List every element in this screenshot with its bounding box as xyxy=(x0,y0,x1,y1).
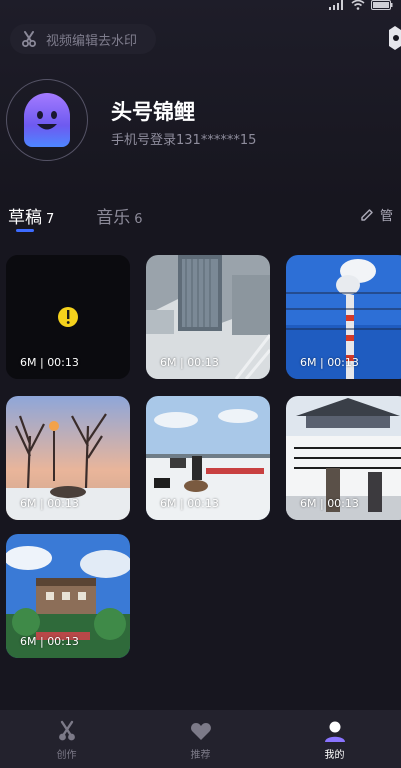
tab-drafts-label: 草稿 xyxy=(8,208,42,228)
draft-meta: 6M | 00:13 xyxy=(300,356,359,369)
draft-item[interactable]: 6M | 00:13 xyxy=(6,534,130,658)
draft-meta: 6M | 00:13 xyxy=(160,356,219,369)
draft-meta: 6M | 00:13 xyxy=(160,497,219,510)
draft-meta: 6M | 00:13 xyxy=(20,497,79,510)
login-info: 手机号登录131******15 xyxy=(111,133,257,148)
avatar[interactable] xyxy=(6,79,88,161)
manage-label: 管 xyxy=(380,209,394,224)
nav-item-mine[interactable]: 我的 xyxy=(268,710,401,768)
tab-drafts-count: 7 xyxy=(46,212,55,227)
bottom-navigation: 创作 推荐 我的 xyxy=(0,710,401,768)
username: 头号锦鲤 xyxy=(111,100,195,124)
signal-icon xyxy=(329,0,343,10)
draft-item[interactable]: 6M | 00:13 xyxy=(6,396,130,520)
draft-meta: 6M | 00:13 xyxy=(20,356,79,369)
draft-meta: 6M | 00:13 xyxy=(20,635,79,648)
content-tabs: 草稿 7 音乐 6 xyxy=(8,203,185,228)
draft-item[interactable]: 6M | 00:13 xyxy=(6,255,130,379)
active-tab-indicator xyxy=(16,229,34,232)
nav-item-create[interactable]: 创作 xyxy=(0,710,133,768)
edit-icon xyxy=(361,208,373,221)
draft-item[interactable]: 6M | 00:13 xyxy=(146,396,270,520)
profile-icon xyxy=(324,721,345,742)
scissors-icon xyxy=(22,31,36,47)
remove-watermark-label: 视频编辑去水印 xyxy=(46,33,138,49)
tab-drafts[interactable]: 草稿 7 xyxy=(8,203,54,228)
draft-item[interactable]: 6M | 00:13 xyxy=(146,255,270,379)
draft-item[interactable]: 6M | 00:13 xyxy=(286,255,401,379)
ghost-avatar-icon xyxy=(24,93,70,147)
heart-icon xyxy=(190,723,211,740)
nav-label-recommend: 推荐 xyxy=(190,750,211,761)
settings-icon[interactable] xyxy=(389,26,401,50)
nav-label-create: 创作 xyxy=(56,750,77,761)
draft-item[interactable]: 6M | 00:13 xyxy=(286,396,401,520)
manage-button[interactable]: 管 xyxy=(360,205,393,224)
tab-music-count: 6 xyxy=(134,212,143,227)
nav-label-mine: 我的 xyxy=(324,750,345,761)
wifi-icon xyxy=(351,0,365,10)
tab-music[interactable]: 音乐 6 xyxy=(96,203,142,228)
battery-icon xyxy=(371,0,393,10)
draft-meta: 6M | 00:13 xyxy=(300,497,359,510)
remove-watermark-button[interactable]: 视频编辑去水印 xyxy=(10,24,156,54)
tab-music-label: 音乐 xyxy=(96,208,131,228)
status-bar xyxy=(329,0,393,10)
nav-item-recommend[interactable]: 推荐 xyxy=(134,710,267,768)
scissors-icon xyxy=(58,720,75,741)
